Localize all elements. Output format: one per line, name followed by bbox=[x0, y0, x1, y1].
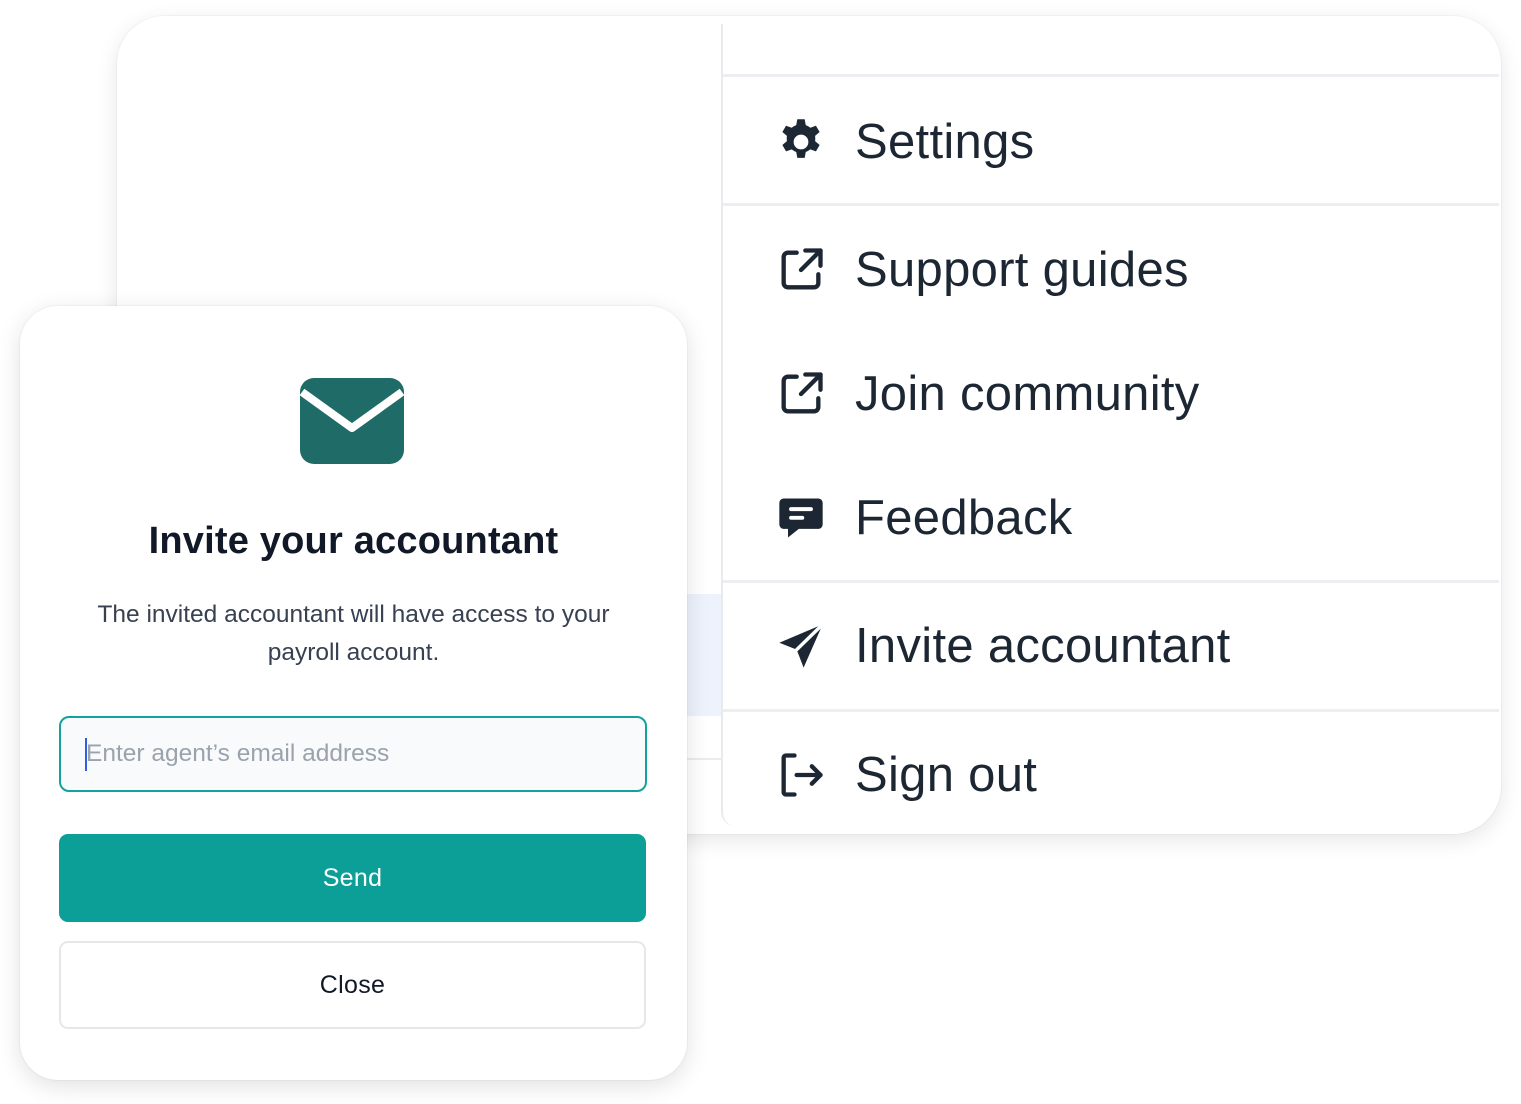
text-cursor bbox=[85, 738, 87, 771]
menu-divider bbox=[723, 74, 1499, 77]
send-button[interactable]: Send bbox=[59, 834, 646, 922]
menu-divider bbox=[723, 203, 1499, 206]
external-link-icon bbox=[775, 368, 827, 420]
paper-plane-icon bbox=[775, 620, 827, 672]
external-link-icon bbox=[775, 244, 827, 296]
email-input[interactable] bbox=[61, 718, 645, 790]
menu-item-label: Settings bbox=[855, 115, 1035, 169]
menu-item-settings[interactable]: Settings bbox=[723, 82, 1499, 202]
chat-bubble-icon bbox=[775, 492, 827, 544]
account-dropdown-menu: Settings Support guides Join community F… bbox=[721, 24, 1499, 826]
mail-icon bbox=[300, 378, 404, 464]
email-field-wrapper bbox=[59, 716, 647, 792]
menu-divider bbox=[723, 580, 1499, 583]
menu-item-invite-accountant[interactable]: Invite accountant bbox=[723, 586, 1499, 706]
menu-divider bbox=[723, 709, 1499, 712]
screen: Settings Support guides Join community F… bbox=[0, 0, 1521, 1104]
menu-item-label: Support guides bbox=[855, 243, 1189, 297]
menu-item-label: Join community bbox=[855, 367, 1200, 421]
close-button[interactable]: Close bbox=[59, 941, 646, 1029]
menu-item-feedback[interactable]: Feedback bbox=[723, 458, 1499, 578]
modal-description: The invited accountant will have access … bbox=[97, 601, 610, 666]
gear-icon bbox=[775, 116, 827, 168]
modal-title: Invite your accountant bbox=[148, 520, 559, 562]
sign-out-icon bbox=[775, 749, 827, 801]
invite-accountant-modal: Invite your accountant The invited accou… bbox=[20, 306, 687, 1080]
menu-item-support-guides[interactable]: Support guides bbox=[723, 210, 1499, 330]
menu-item-label: Invite accountant bbox=[855, 619, 1231, 673]
menu-item-join-community[interactable]: Join community bbox=[723, 334, 1499, 454]
menu-item-sign-out[interactable]: Sign out bbox=[723, 715, 1499, 834]
menu-item-label: Feedback bbox=[855, 491, 1073, 545]
menu-item-label: Sign out bbox=[855, 748, 1038, 802]
